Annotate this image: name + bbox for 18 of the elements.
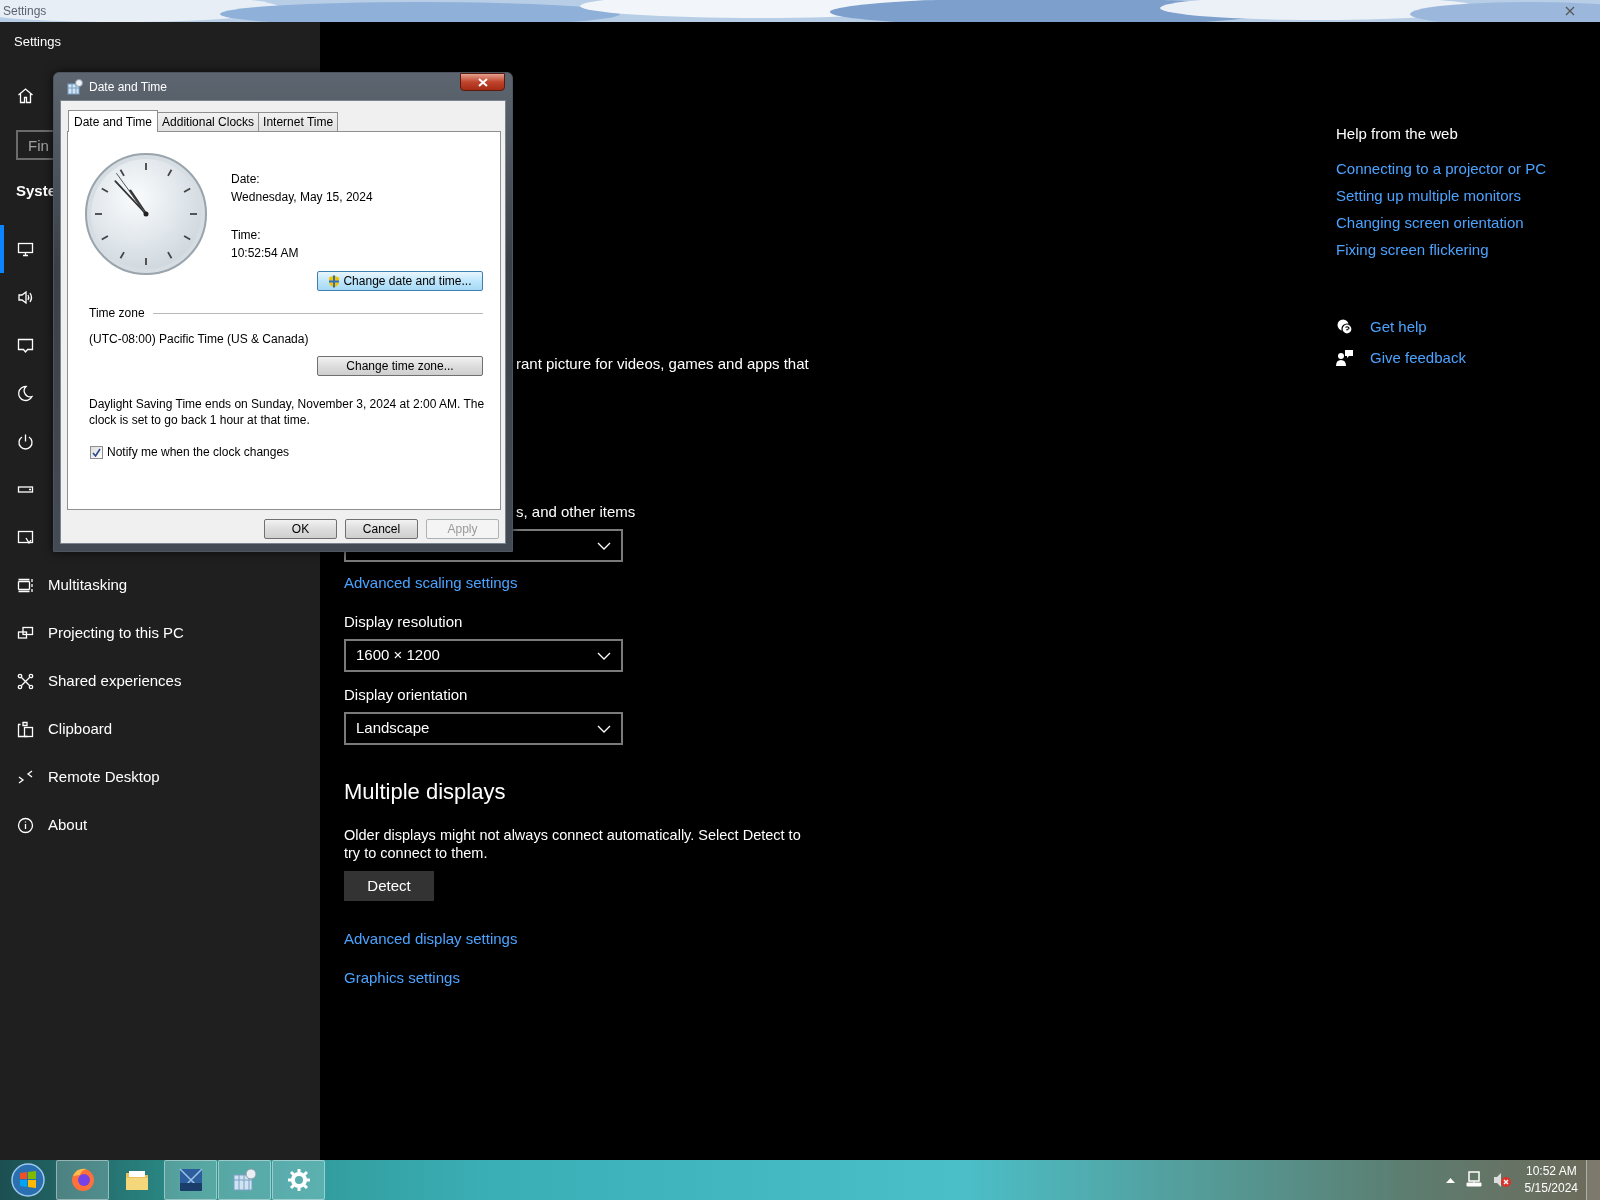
time-zone-value: (UTC-08:00) Pacific Time (US & Canada) (88, 332, 310, 346)
field-label: Display orientation (344, 685, 468, 705)
section-heading: Multiple displays (344, 778, 506, 806)
field-label: Time: (231, 227, 262, 244)
app-title: Settings (13, 33, 62, 51)
setting-description: rant picture for videos, games and apps that (516, 354, 809, 374)
group-heading: Time zone (89, 306, 145, 320)
dialog-title: Date and Time (89, 78, 168, 96)
checkbox-label: Notify me when the clock changes (107, 445, 290, 459)
description-text: Older displays might not always connect automatically. Select Detect to try to connect to them. (344, 826, 802, 862)
window-title: Settings (3, 3, 47, 20)
panel-heading: Help from the web (1336, 124, 1458, 144)
field-label: Display resolution (344, 612, 463, 632)
dst-note: Daylight Saving Time ends on Sunday, November 3, 2024 at 2:00 AM. The clock is set to go back 1 hour at that time. (89, 396, 486, 428)
time-value: 10:52:54 AM (231, 245, 300, 262)
field-label: Date: (231, 171, 261, 188)
setting-description: s, and other items (516, 502, 636, 522)
date-value: Wednesday, May 15, 2024 (231, 189, 373, 206)
